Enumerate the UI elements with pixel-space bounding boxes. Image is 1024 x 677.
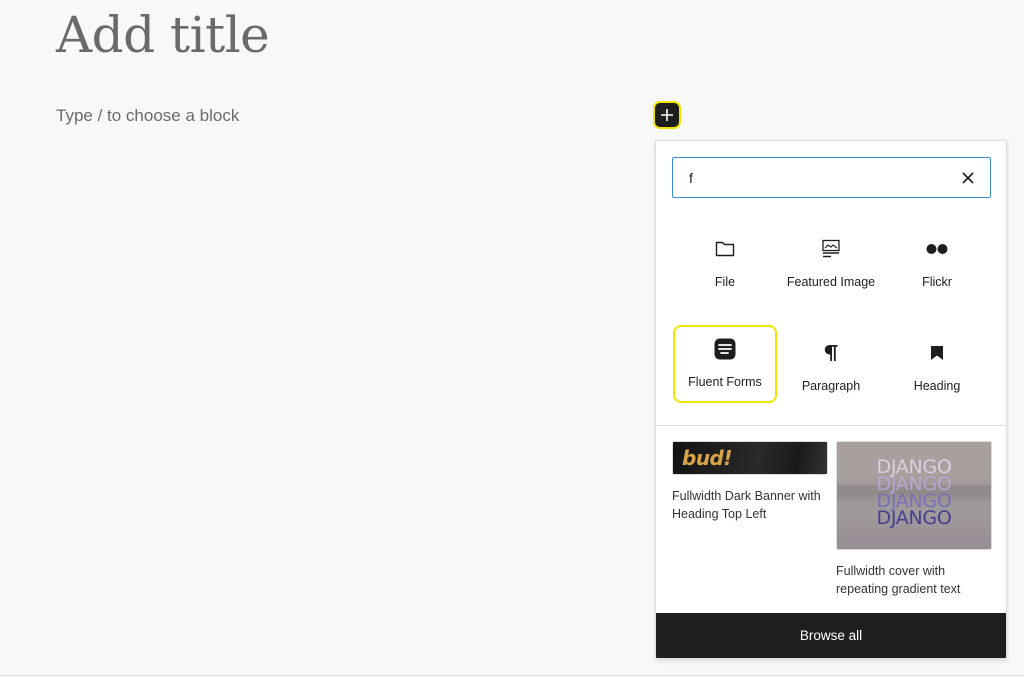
block-item-label: Heading [913,379,961,393]
editor-bottom-border [0,675,1024,676]
pattern-preview-word: DJANGO [876,507,952,529]
block-item-label: File [714,275,736,289]
block-results-grid: File Featured Image Flickr Fluent Forms … [672,221,992,421]
pattern-item-cover-gradient-text[interactable]: DJANGO DJANGO DJANGO DJANGO Fullwidth co… [836,441,992,598]
pattern-label: Fullwidth Dark Banner with Heading Top L… [672,489,821,521]
pattern-preview-text: bud! [682,446,733,470]
featured-image-icon [819,237,843,261]
block-item-fluent-forms[interactable]: Fluent Forms [673,325,777,403]
close-icon [962,171,974,184]
bookmark-icon [925,341,949,365]
block-search-input[interactable] [689,169,958,186]
browse-all-button[interactable]: Browse all [656,613,1006,658]
block-item-heading[interactable]: Heading [884,325,990,421]
block-inserter-toggle-button[interactable] [653,101,681,129]
folder-icon [713,237,737,261]
pattern-item-dark-banner[interactable]: bud! Fullwidth Dark Banner with Heading … [672,441,828,598]
pattern-results: bud! Fullwidth Dark Banner with Heading … [672,441,992,598]
pattern-preview-dark-banner: bud! [672,441,828,475]
plus-icon [661,109,673,121]
fluent-forms-icon [713,337,737,361]
clear-search-button[interactable] [958,168,978,188]
block-search-field [672,157,991,198]
block-item-label: Flickr [922,275,952,289]
block-item-flickr[interactable]: Flickr [884,221,990,317]
pattern-label: Fullwidth cover with repeating gradient … [836,564,961,596]
pilcrow-icon [819,341,843,365]
section-divider [656,425,1006,426]
pattern-preview-words: DJANGO DJANGO DJANGO DJANGO [837,458,991,529]
pattern-preview-cover: DJANGO DJANGO DJANGO DJANGO [836,441,992,550]
block-item-label: Paragraph [801,379,861,393]
post-title-placeholder[interactable]: Add title [56,6,270,64]
block-item-file[interactable]: File [672,221,778,317]
flickr-icon [925,237,949,261]
block-item-label: Featured Image [786,275,876,289]
block-inserter-popover: File Featured Image Flickr Fluent Forms … [655,140,1007,659]
block-item-paragraph[interactable]: Paragraph [778,325,884,421]
block-item-label: Fluent Forms [688,375,762,389]
block-item-featured-image[interactable]: Featured Image [778,221,884,317]
block-placeholder[interactable]: Type / to choose a block [56,106,239,126]
